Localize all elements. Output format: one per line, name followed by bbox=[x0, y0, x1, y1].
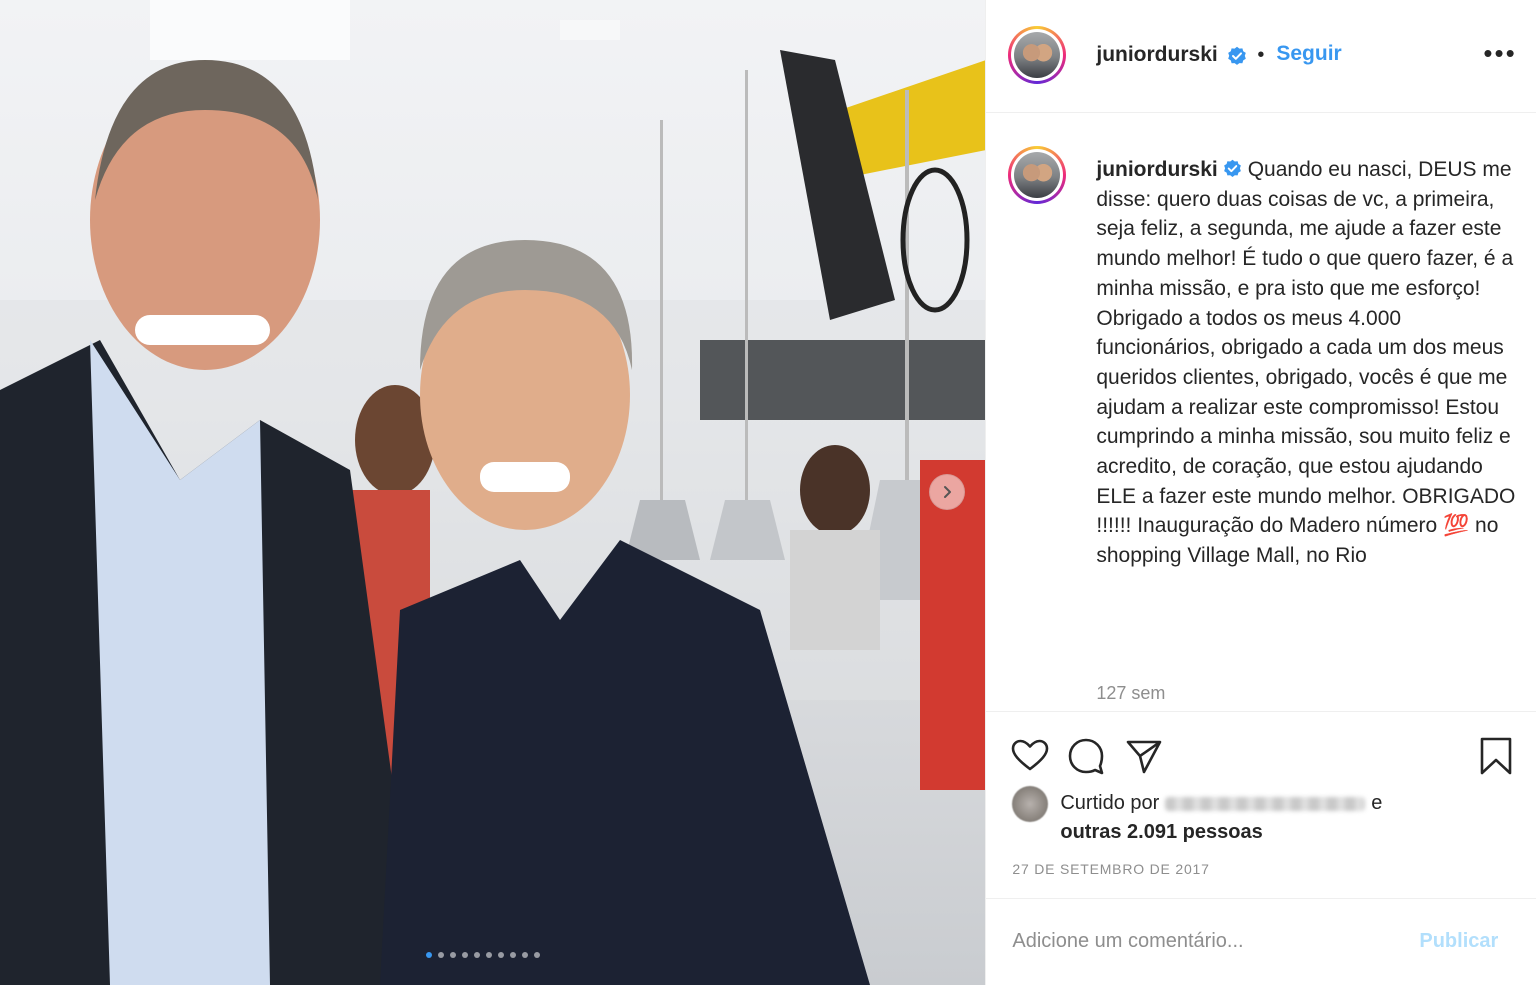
post-photo[interactable] bbox=[0, 0, 986, 985]
comment-input[interactable]: Adicione um comentário... bbox=[1012, 930, 1243, 953]
post-date[interactable]: 27 DE SETEMBRO DE 2017 bbox=[1012, 861, 1209, 877]
carousel-dot bbox=[474, 952, 480, 958]
caption-username-link[interactable]: juniordurski bbox=[1096, 158, 1217, 181]
post-header: juniordurski • Seguir ••• bbox=[986, 0, 1536, 113]
carousel-dot bbox=[426, 952, 432, 958]
heart-icon[interactable] bbox=[1010, 736, 1050, 776]
carousel-indicator bbox=[0, 952, 976, 958]
verified-badge-icon bbox=[1228, 46, 1247, 65]
liker-avatar[interactable] bbox=[1012, 786, 1049, 822]
carousel-dot bbox=[534, 952, 540, 958]
avatar-ring-inner bbox=[1011, 29, 1064, 81]
carousel-dot bbox=[450, 952, 456, 958]
carousel-dot bbox=[438, 952, 444, 958]
bookmark-icon[interactable] bbox=[1476, 736, 1516, 776]
carousel-next-button[interactable] bbox=[929, 474, 965, 510]
carousel-dot bbox=[510, 952, 516, 958]
post-side-panel: juniordurski • Seguir ••• juniordurski Q… bbox=[985, 0, 1536, 985]
likes-count-link[interactable]: outras 2.091 pessoas bbox=[1060, 821, 1262, 843]
more-options-button[interactable]: ••• bbox=[1483, 40, 1516, 66]
liked-by: Curtido por e outras 2.091 pessoas bbox=[1060, 789, 1382, 847]
liked-by-suffix: e bbox=[1371, 792, 1383, 814]
caption: juniordurski Quando eu nasci, DEUS me di… bbox=[1096, 155, 1516, 571]
carousel-dot bbox=[462, 952, 468, 958]
instagram-post: juniordurski • Seguir ••• juniordurski Q… bbox=[0, 0, 1536, 985]
carousel-dot bbox=[498, 952, 504, 958]
chevron-right-icon bbox=[944, 486, 951, 498]
header-separator: • bbox=[1257, 44, 1265, 66]
post-time-ago[interactable]: 127 sem bbox=[1096, 683, 1165, 704]
liker-username-redacted[interactable] bbox=[1165, 796, 1366, 811]
avatar-photo bbox=[1014, 32, 1061, 78]
caption-avatar[interactable] bbox=[1008, 146, 1067, 204]
comment-icon[interactable] bbox=[1066, 736, 1106, 776]
carousel-dot bbox=[522, 952, 528, 958]
caption-text: Quando eu nasci, DEUS me disse: quero du… bbox=[1096, 158, 1516, 568]
carousel-dot bbox=[486, 952, 492, 958]
follow-button[interactable]: Seguir bbox=[1276, 42, 1341, 66]
comment-bar: Adicione um comentário... Publicar bbox=[986, 898, 1536, 986]
verified-badge-icon bbox=[1223, 159, 1241, 177]
profile-avatar[interactable] bbox=[1008, 26, 1067, 84]
avatar-ring-inner bbox=[1011, 149, 1064, 201]
avatar-photo bbox=[1014, 152, 1061, 198]
share-icon[interactable] bbox=[1124, 736, 1164, 776]
header-username-link[interactable]: juniordurski bbox=[1096, 43, 1217, 67]
liked-by-prefix: Curtido por bbox=[1060, 792, 1160, 814]
photo-scene bbox=[0, 0, 986, 985]
publish-button[interactable]: Publicar bbox=[1419, 930, 1498, 953]
